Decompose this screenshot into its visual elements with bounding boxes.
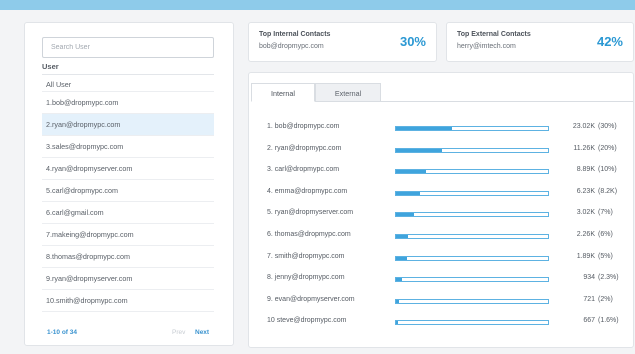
top-accent-bar	[0, 0, 635, 10]
contact-progress-bar	[395, 169, 549, 175]
user-item[interactable]: 6.carl@gmail.com	[42, 202, 214, 224]
contact-email: 5. ryan@dropmyserver.com	[267, 209, 354, 217]
contacts-panel: Internal External 1. bob@dropmypc.com 23.…	[248, 72, 634, 348]
contact-count: 1.89K	[576, 252, 595, 260]
card-percent: 42%	[596, 34, 623, 49]
user-list-panel: User All User 1.bob@dropmypc.com 2.ryan@…	[24, 22, 234, 346]
pagination-range: 1-10 of 34	[47, 329, 77, 336]
next-page-button[interactable]: Next	[195, 329, 209, 336]
contact-progress-bar	[395, 233, 549, 239]
contact-row[interactable]: 10 steve@dropmypc.com 667 (1.6%)	[267, 312, 629, 334]
pagination: 1-10 of 34 Prev Next	[45, 329, 215, 341]
contact-row[interactable]: 1. bob@dropmypc.com 23.02K (30%)	[267, 118, 629, 140]
contact-email: 9. evan@dropmyserver.com	[267, 295, 355, 303]
contact-count: 2.26K	[576, 230, 595, 238]
user-list: All User 1.bob@dropmypc.com 2.ryan@dropm…	[42, 77, 214, 312]
user-item[interactable]: 5.carl@dropmypc.com	[42, 180, 214, 202]
contact-progress-fill	[396, 234, 409, 238]
contact-email: 4. emma@dropmypc.com	[267, 187, 348, 195]
user-item[interactable]: 4.ryan@dropmyserver.com	[42, 158, 214, 180]
contact-count: 8.89K	[576, 166, 595, 174]
contact-row[interactable]: 4. emma@dropmypc.com 6.23K (8.2K)	[267, 183, 629, 205]
contact-progress-bar	[395, 298, 549, 304]
contact-progress-fill	[396, 127, 453, 130]
contact-email: 3. carl@dropmypc.com	[267, 166, 340, 174]
contact-rows: 1. bob@dropmypc.com 23.02K (30%) 2. ryan@dr…	[267, 118, 629, 334]
contact-share: (6%)	[598, 230, 613, 238]
user-item[interactable]: 2.ryan@dropmypc.com	[42, 114, 214, 136]
user-item[interactable]: 1.bob@dropmypc.com	[42, 92, 214, 114]
user-item[interactable]: 3.sales@dropmypc.com	[42, 136, 214, 158]
contact-email: 7. smith@dropmypc.com	[267, 252, 345, 260]
contact-progress-fill	[396, 299, 400, 303]
contact-progress-fill	[396, 256, 407, 260]
contact-progress-fill	[396, 278, 403, 282]
contact-progress-fill	[396, 213, 415, 217]
contact-progress-fill	[396, 148, 442, 152]
contact-row[interactable]: 9. evan@dropmyserver.com 721 (2%)	[267, 291, 629, 313]
contact-row[interactable]: 3. carl@dropmypc.com 8.89K (10%)	[267, 161, 629, 183]
contact-progress-bar	[395, 126, 549, 131]
user-item[interactable]: 9.ryan@dropmyserver.com	[42, 268, 214, 290]
contact-progress-fill	[396, 170, 427, 174]
card-percent: 30%	[399, 34, 426, 49]
contact-email: 6. thomas@dropmypc.com	[267, 230, 351, 238]
contact-count: 3.02K	[576, 209, 595, 217]
contact-row[interactable]: 2. ryan@dropmypc.com 11.26K (20%)	[267, 140, 629, 162]
contact-share: (2.3%)	[598, 274, 619, 282]
contact-progress-bar	[395, 147, 549, 153]
contact-row[interactable]: 7. smith@dropmypc.com 1.89K (5%)	[267, 248, 629, 270]
contact-share: (7%)	[598, 209, 613, 217]
contact-progress-bar	[395, 277, 549, 283]
contact-share: (20%)	[598, 144, 617, 152]
contact-row[interactable]: 8. jenny@dropmypc.com 934 (2.3%)	[267, 269, 629, 291]
contact-progress-fill	[396, 321, 399, 325]
contact-share: (5%)	[598, 252, 613, 260]
contact-count: 11.26K	[573, 144, 595, 152]
top-external-contacts-card: Top External Contacts herry@imtech.com 4…	[446, 22, 634, 62]
contact-share: (30%)	[598, 123, 617, 130]
contact-email: 8. jenny@dropmypc.com	[267, 274, 345, 282]
card-email: herry@imtech.com	[457, 43, 516, 50]
contact-email: 10 steve@dropmypc.com	[267, 317, 347, 325]
contact-progress-bar	[395, 320, 549, 326]
user-item[interactable]: 10.smith@dropmypc.com	[42, 290, 214, 312]
contact-count: 6.23K	[576, 187, 595, 195]
tab-internal[interactable]: Internal	[251, 83, 315, 102]
contact-progress-fill	[396, 191, 421, 195]
contact-share: (1.6%)	[598, 317, 619, 325]
tab-external[interactable]: External	[315, 83, 381, 102]
contact-share: (8.2K)	[598, 187, 618, 195]
user-column-header: User	[42, 62, 214, 75]
prev-page-button[interactable]: Prev	[172, 329, 185, 336]
contact-row[interactable]: 5. ryan@dropmyserver.com 3.02K (7%)	[267, 204, 629, 226]
contact-progress-bar	[395, 190, 549, 196]
card-email: bob@dropmypc.com	[259, 43, 324, 50]
user-item-all[interactable]: All User	[42, 77, 214, 92]
contact-email: 1. bob@dropmypc.com	[267, 123, 340, 130]
card-title: Top External Contacts	[457, 31, 531, 38]
top-internal-contacts-card: Top Internal Contacts bob@dropmypc.com 3…	[248, 22, 437, 62]
contact-tabs: Internal External	[251, 83, 633, 102]
search-user-input[interactable]	[42, 37, 214, 58]
user-item[interactable]: 7.makeing@dropmypc.com	[42, 224, 214, 246]
contact-progress-bar	[395, 255, 549, 261]
contact-email: 2. ryan@dropmypc.com	[267, 144, 342, 152]
contact-count: 667	[583, 317, 595, 325]
card-title: Top Internal Contacts	[259, 31, 331, 38]
contact-count: 721	[583, 295, 595, 303]
contact-count: 934	[583, 274, 595, 282]
user-item[interactable]: 8.thomas@dropmypc.com	[42, 246, 214, 268]
contact-count: 23.02K	[572, 123, 595, 130]
contact-share: (2%)	[598, 295, 613, 303]
contact-progress-bar	[395, 212, 549, 218]
contact-row[interactable]: 6. thomas@dropmypc.com 2.26K (6%)	[267, 226, 629, 248]
contact-share: (10%)	[598, 166, 617, 174]
